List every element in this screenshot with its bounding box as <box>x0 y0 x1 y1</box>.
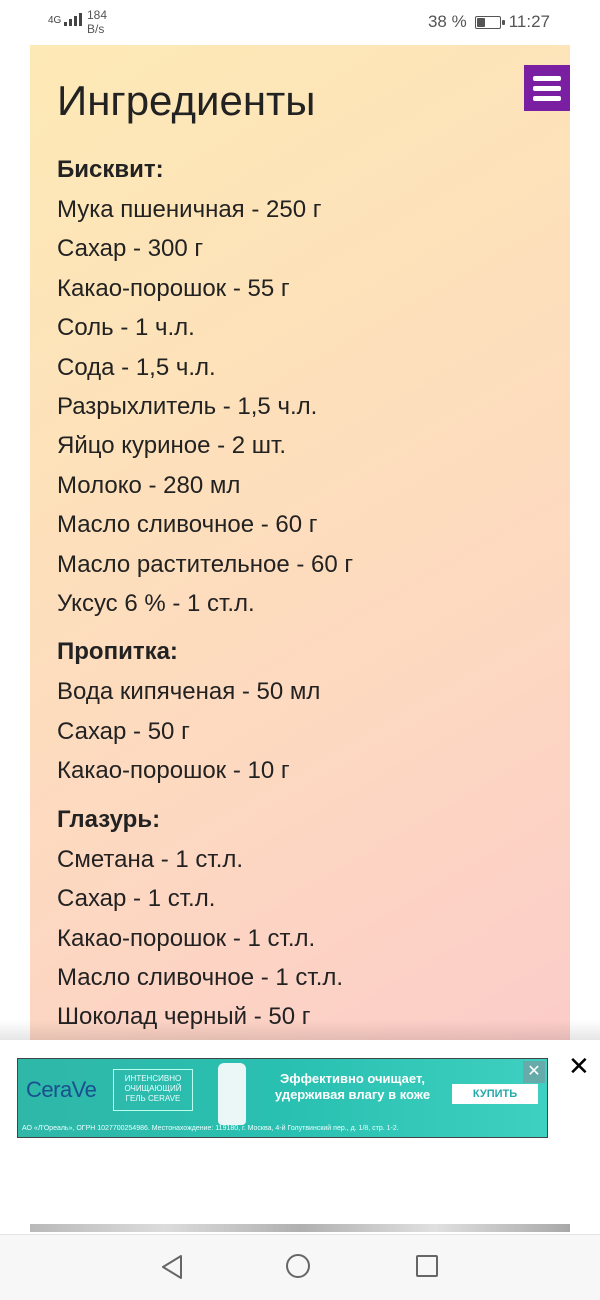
ingredient-item: Вода кипяченая - 50 мл <box>57 678 321 706</box>
clock: 11:27 <box>508 12 550 31</box>
ingredient-item: Какао-порошок - 10 г <box>57 757 290 785</box>
recipe-content: Ингредиенты Бисквит: Мука пшеничная - 250… <box>30 45 570 1045</box>
page-content-strip <box>30 1224 570 1232</box>
ingredient-item: Какао-порошок - 1 ст.л. <box>57 924 316 952</box>
ingredient-item: Масло растительное - 60 г <box>57 550 354 578</box>
system-nav-bar <box>0 1234 600 1300</box>
menu-hamburger-icon[interactable] <box>524 65 570 111</box>
ingredient-item: Молоко - 280 мл <box>57 471 241 499</box>
ingredients-list: Бисквит: Мука пшеничная - 250 г Сахар - 30… <box>57 155 560 1051</box>
signal-indicator: 4G <box>48 12 83 26</box>
ingredient-item: Яйцо куриное - 2 шт. <box>57 432 287 460</box>
page-title: Ингредиенты <box>57 77 316 124</box>
ingredient-section: Пропитка: Вода кипяченая - 50 мл Сахар - 5… <box>57 637 560 790</box>
section-title: Глазурь: <box>57 805 161 833</box>
network-speed-unit: B/s <box>87 22 105 36</box>
ingredient-section: Бисквит: Мука пшеничная - 250 г Сахар - 30… <box>57 155 560 623</box>
network-speed: 184 B/s <box>87 8 107 36</box>
battery-icon <box>474 15 505 29</box>
ad-legal-text: АО «Л'Ореаль», ОГРН 1027700254986. Место… <box>22 1125 399 1132</box>
menu-line <box>533 95 561 101</box>
signal-bars-icon <box>64 13 83 26</box>
ingredient-item: Соль - 1 ч.л. <box>57 314 195 342</box>
status-bar: 4G 184 B/s 38 % 11:27 <box>0 0 600 44</box>
recent-apps-icon[interactable] <box>416 1255 438 1277</box>
back-icon[interactable] <box>160 1254 184 1280</box>
menu-line <box>533 75 561 81</box>
ingredient-item: Сметана - 1 ст.л. <box>57 845 244 873</box>
ad-inner-close-icon[interactable]: ✕ <box>523 1061 545 1083</box>
ad-close-icon[interactable]: ✕ <box>568 1052 590 1080</box>
ingredient-item: Разрыхлитель - 1,5 ч.л. <box>57 393 318 421</box>
section-title: Бисквит: <box>57 156 164 183</box>
home-icon[interactable] <box>286 1254 310 1278</box>
ingredient-item: Масло сливочное - 1 ст.л. <box>57 963 344 991</box>
ingredient-item: Масло сливочное - 60 г <box>57 511 318 539</box>
section-title: Пропитка: <box>57 638 178 666</box>
ingredient-item: Какао-порошок - 55 г <box>57 274 290 302</box>
product-bottle-icon <box>218 1063 246 1125</box>
ingredient-item: Мука пшеничная - 250 г <box>57 196 322 223</box>
battery-fill <box>476 17 485 27</box>
status-right: 38 % 11:27 <box>428 12 550 32</box>
battery-percent: 38 % <box>427 12 467 31</box>
ingredient-item: Сахар - 50 г <box>57 717 190 745</box>
ad-banner[interactable]: CeraVe ИНТЕНСИВНО ОЧИЩАЮЩИЙ ГЕЛЬ CERAVE … <box>17 1058 548 1138</box>
ad-tagline: ИНТЕНСИВНО ОЧИЩАЮЩИЙ ГЕЛЬ CERAVE <box>113 1069 193 1111</box>
network-speed-value: 184 <box>87 8 108 22</box>
ingredient-section: Глазурь: Сметана - 1 ст.л. Сахар - 1 ст.л.… <box>57 805 560 1037</box>
ingredient-item: Сахар - 1 ст.л. <box>57 885 216 913</box>
ad-headline: Эффективно очищает, удерживая влагу в ко… <box>274 1071 431 1102</box>
ingredient-item: Сахар - 300 г <box>57 235 204 263</box>
ingredient-item: Сода - 1,5 ч.л. <box>57 353 216 381</box>
network-type: 4G <box>48 15 62 26</box>
menu-line <box>533 85 561 91</box>
ingredient-item: Уксус 6 % - 1 ст.л. <box>57 590 255 618</box>
ad-buy-button[interactable]: КУПИТЬ <box>452 1084 538 1104</box>
ad-brand-logo: CeraVe <box>26 1077 97 1102</box>
